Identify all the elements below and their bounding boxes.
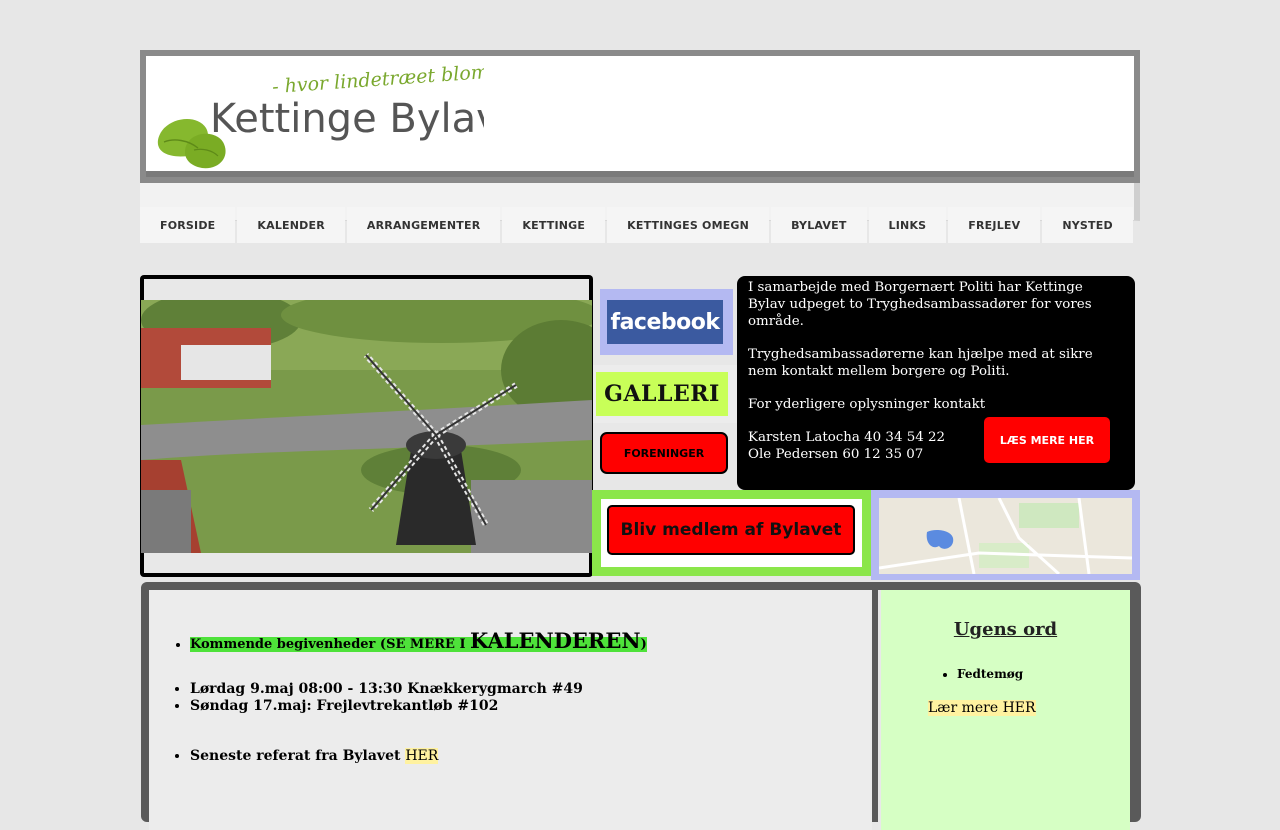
nav-item-bylavet[interactable]: BYLAVET xyxy=(771,207,867,243)
nav-item-kalender[interactable]: KALENDER xyxy=(237,207,345,243)
site-header: - hvor lindetræet blomstrer Kettinge Byl… xyxy=(140,50,1140,183)
read-more-label: LÆS MERE HER xyxy=(999,433,1095,447)
ugens-ord-title: Ugens ord xyxy=(953,619,1058,640)
events-panel: Kommende begivenheder (SE MERE I KALENDE… xyxy=(149,590,872,830)
photo-frame xyxy=(140,275,593,577)
main-nav: FORSIDE KALENDER ARRANGEMENTER KETTINGE … xyxy=(140,207,1133,243)
windmill-photo xyxy=(141,300,592,553)
map-thumbnail[interactable] xyxy=(879,498,1132,574)
nav-item-kettinges-omegn[interactable]: KETTINGES OMEGN xyxy=(607,207,770,243)
info-paragraph-2: Tryghedsambassadørerne kan hjælpe med at… xyxy=(748,347,1093,379)
referat-link[interactable]: HER xyxy=(405,748,439,764)
bottom-section: Kommende begivenheder (SE MERE I KALENDE… xyxy=(141,582,1141,830)
ugens-ord-panel: Ugens ord Fedtemøg Lær mere HER xyxy=(878,590,1130,830)
referat-list: Seneste referat fra Bylavet HER xyxy=(149,748,439,764)
membership-label: Bliv medlem af Bylavet xyxy=(620,520,842,540)
header-inner: - hvor lindetræet blomstrer Kettinge Byl… xyxy=(146,56,1134,177)
nav-item-arrangementer[interactable]: ARRANGEMENTER xyxy=(346,207,501,243)
facebook-button[interactable]: facebook xyxy=(607,300,723,344)
events-heading: Kommende begivenheder (SE MERE I KALENDE… xyxy=(190,628,647,653)
nav-item-kettinge[interactable]: KETTINGE xyxy=(502,207,606,243)
events-heading-list: Kommende begivenheder (SE MERE I KALENDE… xyxy=(149,628,647,653)
logo-title: Kettinge Bylav xyxy=(210,96,484,142)
map-box xyxy=(871,490,1140,580)
kalender-link[interactable]: KALENDEREN xyxy=(470,628,641,653)
facebook-label: facebook xyxy=(610,309,721,335)
referat-item: Seneste referat fra Bylavet HER xyxy=(190,748,439,764)
info-box: I samarbejde med Borgernært Politi har K… xyxy=(737,276,1135,490)
logo[interactable]: - hvor lindetræet blomstrer Kettinge Byl… xyxy=(154,60,484,170)
list-item: Søndag 17.maj: Frejlevtrekantløb #102 xyxy=(190,698,583,715)
nav-item-nysted[interactable]: NYSTED xyxy=(1042,207,1133,243)
membership-button[interactable]: Bliv medlem af Bylavet xyxy=(607,505,855,555)
list-item: Fedtemøg xyxy=(957,667,1023,681)
nav-item-links[interactable]: LINKS xyxy=(868,207,947,243)
list-item: Lørdag 9.maj 08:00 - 13:30 Knækkerygmarc… xyxy=(190,681,583,698)
membership-box: Bliv medlem af Bylavet xyxy=(592,490,871,576)
logo-tagline: - hvor lindetræet blomstrer xyxy=(271,60,484,98)
facebook-box: facebook xyxy=(600,289,733,355)
foreninger-button[interactable]: FORENINGER xyxy=(600,432,728,474)
info-paragraph-3: For yderligere oplysninger kontakt xyxy=(748,397,986,412)
read-more-button[interactable]: LÆS MERE HER xyxy=(984,417,1110,463)
galleri-button[interactable]: GALLERI xyxy=(596,372,728,416)
info-paragraph-1: I samarbejde med Borgernært Politi har K… xyxy=(748,280,1092,329)
nav-item-forside[interactable]: FORSIDE xyxy=(140,207,236,243)
events-list: Lørdag 9.maj 08:00 - 13:30 Knækkerygmarc… xyxy=(149,681,583,715)
nav-item-frejlev[interactable]: FREJLEV xyxy=(948,207,1041,243)
leaf-icon-2 xyxy=(184,133,226,169)
learn-more-link[interactable]: Lær mere HER xyxy=(928,700,1036,716)
foreninger-label: FORENINGER xyxy=(623,446,705,460)
ugens-ord-list: Fedtemøg xyxy=(916,667,1023,681)
galleri-label: GALLERI xyxy=(604,381,720,407)
